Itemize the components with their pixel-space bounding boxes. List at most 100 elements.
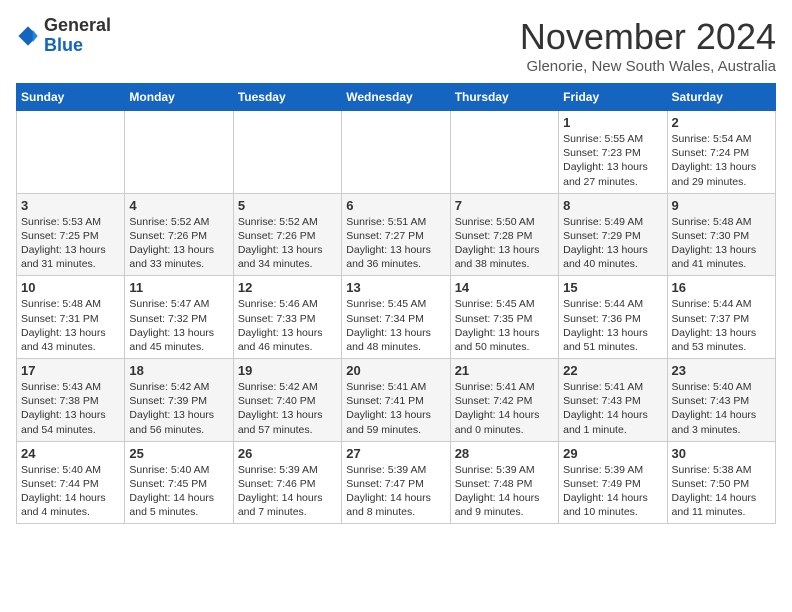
day-info-line: Sunset: 7:25 PM: [21, 229, 120, 243]
day-number: 27: [346, 446, 445, 461]
day-info-line: and 40 minutes.: [563, 257, 662, 271]
calendar-cell: 25Sunrise: 5:40 AMSunset: 7:45 PMDayligh…: [125, 441, 233, 524]
day-info-line: Sunrise: 5:50 AM: [455, 215, 554, 229]
day-info-line: Daylight: 13 hours: [563, 160, 662, 174]
day-info-line: Sunrise: 5:39 AM: [238, 463, 337, 477]
logo: General Blue: [16, 16, 111, 56]
day-info-line: Sunset: 7:37 PM: [672, 312, 771, 326]
day-info-line: Daylight: 14 hours: [672, 408, 771, 422]
calendar-cell: 21Sunrise: 5:41 AMSunset: 7:42 PMDayligh…: [450, 359, 558, 442]
day-info-line: Daylight: 13 hours: [129, 326, 228, 340]
calendar-cell: 27Sunrise: 5:39 AMSunset: 7:47 PMDayligh…: [342, 441, 450, 524]
day-info-line: Daylight: 13 hours: [346, 408, 445, 422]
title-block: November 2024 Glenorie, New South Wales,…: [520, 16, 776, 75]
day-number: 21: [455, 363, 554, 378]
logo-general-text: General: [44, 15, 111, 35]
day-number: 16: [672, 280, 771, 295]
month-title: November 2024: [520, 16, 776, 58]
calendar-cell: 17Sunrise: 5:43 AMSunset: 7:38 PMDayligh…: [17, 359, 125, 442]
day-info-line: Sunrise: 5:47 AM: [129, 297, 228, 311]
day-info-line: and 27 minutes.: [563, 175, 662, 189]
calendar-week-row: 1Sunrise: 5:55 AMSunset: 7:23 PMDaylight…: [17, 111, 776, 194]
day-number: 20: [346, 363, 445, 378]
day-info-line: Sunset: 7:26 PM: [129, 229, 228, 243]
day-info-line: and 5 minutes.: [129, 505, 228, 519]
calendar-cell: 22Sunrise: 5:41 AMSunset: 7:43 PMDayligh…: [559, 359, 667, 442]
day-info-line: Sunrise: 5:42 AM: [238, 380, 337, 394]
calendar-cell: 1Sunrise: 5:55 AMSunset: 7:23 PMDaylight…: [559, 111, 667, 194]
calendar-cell: 9Sunrise: 5:48 AMSunset: 7:30 PMDaylight…: [667, 193, 775, 276]
day-info-line: and 53 minutes.: [672, 340, 771, 354]
day-info-line: Sunrise: 5:39 AM: [563, 463, 662, 477]
calendar-cell: [342, 111, 450, 194]
weekday-header: Thursday: [450, 84, 558, 111]
day-info-line: Daylight: 13 hours: [672, 243, 771, 257]
day-info-line: Sunset: 7:43 PM: [672, 394, 771, 408]
day-number: 15: [563, 280, 662, 295]
page-header: General Blue November 2024 Glenorie, New…: [16, 16, 776, 75]
day-info-line: Sunrise: 5:45 AM: [346, 297, 445, 311]
day-info-line: Sunset: 7:46 PM: [238, 477, 337, 491]
day-info-line: Sunset: 7:48 PM: [455, 477, 554, 491]
day-info-line: Sunset: 7:43 PM: [563, 394, 662, 408]
day-info-line: Sunset: 7:23 PM: [563, 146, 662, 160]
calendar-cell: 10Sunrise: 5:48 AMSunset: 7:31 PMDayligh…: [17, 276, 125, 359]
day-info-line: Sunrise: 5:41 AM: [563, 380, 662, 394]
day-info-line: Daylight: 13 hours: [346, 243, 445, 257]
calendar-cell: 12Sunrise: 5:46 AMSunset: 7:33 PMDayligh…: [233, 276, 341, 359]
day-info-line: Sunrise: 5:45 AM: [455, 297, 554, 311]
day-info-line: Sunset: 7:44 PM: [21, 477, 120, 491]
day-info-line: and 38 minutes.: [455, 257, 554, 271]
day-info-line: and 59 minutes.: [346, 423, 445, 437]
day-info-line: Sunset: 7:50 PM: [672, 477, 771, 491]
day-info-line: Sunrise: 5:52 AM: [238, 215, 337, 229]
day-info-line: Daylight: 13 hours: [21, 326, 120, 340]
calendar-cell: 16Sunrise: 5:44 AMSunset: 7:37 PMDayligh…: [667, 276, 775, 359]
day-info-line: and 33 minutes.: [129, 257, 228, 271]
calendar-week-row: 24Sunrise: 5:40 AMSunset: 7:44 PMDayligh…: [17, 441, 776, 524]
day-info-line: and 36 minutes.: [346, 257, 445, 271]
day-info-line: and 7 minutes.: [238, 505, 337, 519]
day-info-line: and 50 minutes.: [455, 340, 554, 354]
day-info-line: Sunset: 7:47 PM: [346, 477, 445, 491]
day-info-line: Daylight: 13 hours: [346, 326, 445, 340]
day-info-line: Daylight: 13 hours: [672, 326, 771, 340]
day-number: 25: [129, 446, 228, 461]
day-info-line: Daylight: 14 hours: [563, 491, 662, 505]
day-info-line: Sunset: 7:42 PM: [455, 394, 554, 408]
day-number: 3: [21, 198, 120, 213]
weekday-header: Monday: [125, 84, 233, 111]
calendar-cell: 3Sunrise: 5:53 AMSunset: 7:25 PMDaylight…: [17, 193, 125, 276]
calendar-cell: 14 Sunrise: 5:45 AMSunset: 7:35 PMDayligh…: [450, 276, 558, 359]
day-info-line: Daylight: 14 hours: [346, 491, 445, 505]
day-info-line: and 10 minutes.: [563, 505, 662, 519]
calendar-cell: 6Sunrise: 5:51 AMSunset: 7:27 PMDaylight…: [342, 193, 450, 276]
logo-blue-text: Blue: [44, 35, 83, 55]
calendar-cell: 30Sunrise: 5:38 AMSunset: 7:50 PMDayligh…: [667, 441, 775, 524]
day-number: 11: [129, 280, 228, 295]
day-number: 12: [238, 280, 337, 295]
day-info-line: and 8 minutes.: [346, 505, 445, 519]
day-info-line: Sunrise: 5:43 AM: [21, 380, 120, 394]
calendar-cell: 13Sunrise: 5:45 AMSunset: 7:34 PMDayligh…: [342, 276, 450, 359]
day-info-line: Sunset: 7:35 PM: [455, 312, 554, 326]
calendar-cell: [450, 111, 558, 194]
day-number: 14: [455, 280, 554, 295]
day-info-line: Daylight: 13 hours: [455, 326, 554, 340]
weekday-header: Tuesday: [233, 84, 341, 111]
day-info-line: Sunset: 7:41 PM: [346, 394, 445, 408]
calendar-cell: 20Sunrise: 5:41 AMSunset: 7:41 PMDayligh…: [342, 359, 450, 442]
day-info-line: Sunset: 7:45 PM: [129, 477, 228, 491]
day-info-line: Sunrise: 5:51 AM: [346, 215, 445, 229]
day-info-line: Sunrise: 5:52 AM: [129, 215, 228, 229]
day-info-line: Daylight: 13 hours: [563, 243, 662, 257]
day-info-line: Daylight: 14 hours: [563, 408, 662, 422]
day-info-line: Sunset: 7:24 PM: [672, 146, 771, 160]
calendar-cell: 28Sunrise: 5:39 AMSunset: 7:48 PMDayligh…: [450, 441, 558, 524]
day-info-line: Sunrise: 5:48 AM: [21, 297, 120, 311]
calendar-cell: 23Sunrise: 5:40 AMSunset: 7:43 PMDayligh…: [667, 359, 775, 442]
day-number: 13: [346, 280, 445, 295]
day-info-line: and 45 minutes.: [129, 340, 228, 354]
day-number: 19: [238, 363, 337, 378]
day-info-line: Daylight: 13 hours: [238, 243, 337, 257]
